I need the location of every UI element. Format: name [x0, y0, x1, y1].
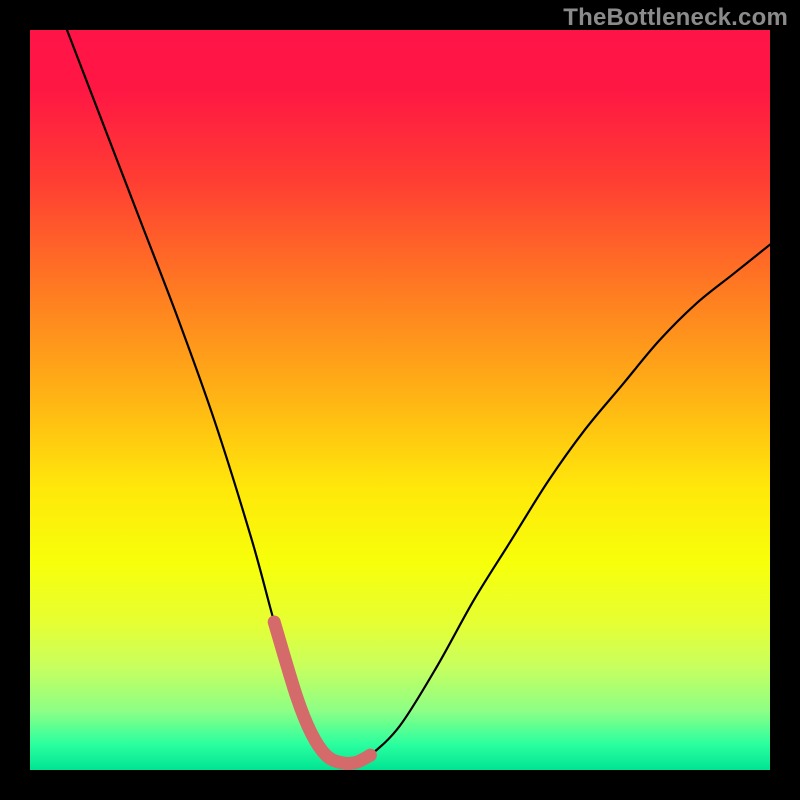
bottleneck-plot	[30, 30, 770, 770]
gradient-background	[30, 30, 770, 770]
chart-frame: TheBottleneck.com	[0, 0, 800, 800]
watermark-text: TheBottleneck.com	[563, 4, 788, 32]
